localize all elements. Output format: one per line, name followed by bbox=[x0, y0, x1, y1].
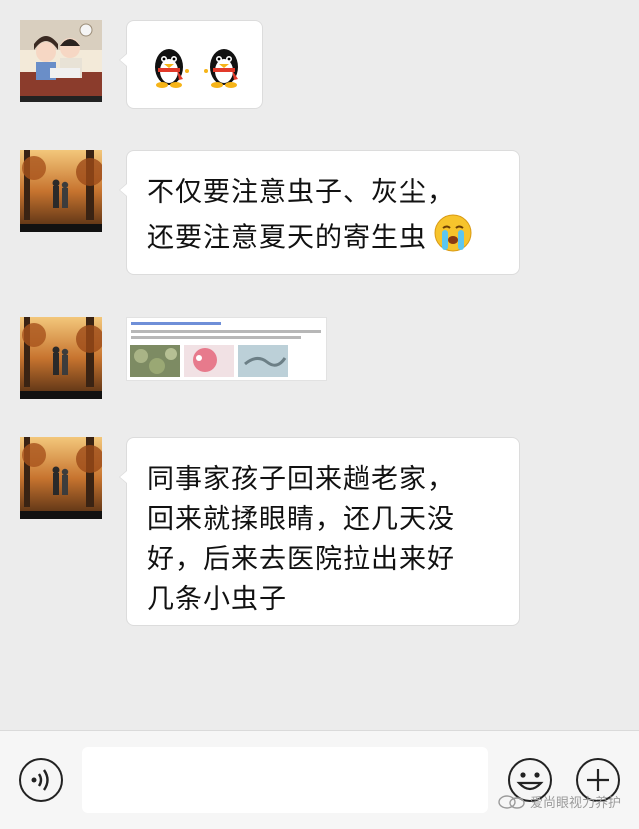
avatar[interactable] bbox=[20, 20, 102, 102]
watermark: 爱尚眼视力养护 bbox=[498, 792, 621, 811]
avatar[interactable] bbox=[20, 437, 102, 519]
couple-cartoon-avatar bbox=[20, 20, 102, 102]
chat-area: 不仅要注意虫子、灰尘， 还要注意夏天的寄生虫 同事家孩子回来趟老家， 回来就揉眼… bbox=[0, 0, 639, 730]
autumn-forest-couple-avatar bbox=[20, 150, 102, 232]
voice-icon[interactable] bbox=[18, 757, 64, 803]
message-text: 同事家孩子回来趟老家， 回来就揉眼睛，还几天没 好，后来去医院拉出来好 几条小虫… bbox=[147, 464, 455, 615]
image-text-line bbox=[131, 330, 321, 333]
message-text: 不仅要注意虫子、灰尘， 还要注意夏天的寄生虫 bbox=[127, 151, 519, 265]
message-input[interactable] bbox=[82, 747, 488, 813]
image-message-thumbnail[interactable] bbox=[126, 317, 327, 381]
message-row: 同事家孩子回来趟老家， 回来就揉眼睛，还几天没 好，后来去医院拉出来好 几条小虫… bbox=[0, 437, 639, 637]
autumn-forest-couple-avatar bbox=[20, 317, 102, 399]
image-headline bbox=[131, 322, 221, 325]
text-bubble[interactable]: 同事家孩子回来趟老家， 回来就揉眼睛，还几天没 好，后来去医院拉出来好 几条小虫… bbox=[119, 437, 520, 626]
autumn-forest-couple-avatar bbox=[20, 437, 102, 519]
penguin-sticker-icon bbox=[155, 49, 238, 88]
message-row bbox=[0, 20, 639, 110]
message-row: 不仅要注意虫子、灰尘， 还要注意夏天的寄生虫 bbox=[0, 150, 639, 280]
avatar[interactable] bbox=[20, 317, 102, 399]
wechat-logo-icon bbox=[498, 795, 525, 809]
sticker-bubble[interactable] bbox=[119, 20, 263, 109]
crying-face-icon bbox=[427, 213, 473, 265]
image-text-line bbox=[131, 336, 301, 339]
input-bar: 爱尚眼视力养护 bbox=[0, 730, 639, 829]
parasite-photos bbox=[130, 345, 288, 377]
avatar[interactable] bbox=[20, 150, 102, 232]
text-bubble[interactable]: 不仅要注意虫子、灰尘， 还要注意夏天的寄生虫 bbox=[119, 150, 520, 275]
